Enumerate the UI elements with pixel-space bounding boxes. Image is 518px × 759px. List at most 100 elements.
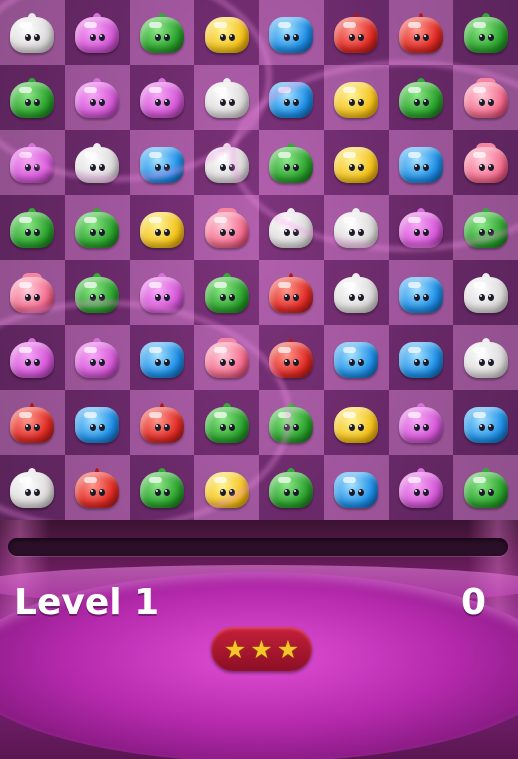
yellow-jelly-piece[interactable] [334,403,379,443]
pink-jelly-piece[interactable] [204,207,249,248]
board-cell[interactable] [388,65,454,130]
purple-jelly-piece[interactable] [10,337,55,378]
board-cell[interactable] [0,325,65,390]
board-cell[interactable] [323,260,389,325]
board-cell[interactable] [388,390,454,455]
green-jelly-piece[interactable] [204,402,249,443]
green-jelly-piece[interactable] [463,467,508,508]
board-cell[interactable] [323,0,389,65]
white-jelly-piece[interactable] [334,207,379,248]
white-jelly-piece[interactable] [204,77,249,118]
blue-jelly-piece[interactable] [334,468,379,508]
board-cell[interactable] [259,65,324,130]
purple-jelly-piece[interactable] [398,207,443,248]
board-cell[interactable] [259,455,324,520]
green-jelly-piece[interactable] [204,272,249,313]
green-jelly-piece[interactable] [75,207,120,248]
board-cell[interactable] [388,260,454,325]
board-cell[interactable] [323,130,389,195]
green-jelly-piece[interactable] [139,12,184,53]
board-cell[interactable] [259,195,324,260]
board-cell[interactable] [323,195,389,260]
blue-jelly-piece[interactable] [463,403,508,443]
pink-jelly-piece[interactable] [463,142,508,183]
board-cell[interactable] [0,195,65,260]
red-jelly-piece[interactable] [139,402,184,443]
yellow-jelly-piece[interactable] [334,143,379,183]
board-cell[interactable] [129,195,195,260]
green-jelly-piece[interactable] [139,467,184,508]
purple-jelly-piece[interactable] [75,337,120,378]
blue-jelly-piece[interactable] [75,403,120,443]
board-cell[interactable] [259,260,324,325]
board-cell[interactable] [388,0,454,65]
board-cell[interactable] [64,455,130,520]
yellow-jelly-piece[interactable] [204,468,249,508]
board-cell[interactable] [64,260,130,325]
green-jelly-piece[interactable] [269,467,314,508]
green-jelly-piece[interactable] [463,12,508,53]
board-cell[interactable] [453,65,518,130]
board-cell[interactable] [0,390,65,455]
board-cell[interactable] [129,260,195,325]
board-cell[interactable] [388,195,454,260]
board-cell[interactable] [64,0,130,65]
red-jelly-piece[interactable] [398,12,443,53]
purple-jelly-piece[interactable] [10,142,55,183]
board-cell[interactable] [194,325,259,390]
pink-jelly-piece[interactable] [463,77,508,118]
board-cell[interactable] [323,455,389,520]
blue-jelly-piece[interactable] [398,143,443,183]
purple-jelly-piece[interactable] [75,12,120,53]
green-jelly-piece[interactable] [398,77,443,118]
board-cell[interactable] [323,65,389,130]
white-jelly-piece[interactable] [204,142,249,183]
white-jelly-piece[interactable] [463,337,508,378]
board-cell[interactable] [64,390,130,455]
board-cell[interactable] [388,455,454,520]
white-jelly-piece[interactable] [10,467,55,508]
purple-jelly-piece[interactable] [139,272,184,313]
board-cell[interactable] [0,130,65,195]
white-jelly-piece[interactable] [75,142,120,183]
board-cell[interactable] [259,130,324,195]
board-cell[interactable] [453,195,518,260]
purple-jelly-piece[interactable] [139,77,184,118]
board-cell[interactable] [194,195,259,260]
yellow-jelly-piece[interactable] [139,208,184,248]
purple-jelly-piece[interactable] [398,467,443,508]
board-cell[interactable] [453,0,518,65]
board-cell[interactable] [259,0,324,65]
green-jelly-piece[interactable] [269,142,314,183]
yellow-jelly-piece[interactable] [204,13,249,53]
red-jelly-piece[interactable] [269,272,314,313]
board-cell[interactable] [0,65,65,130]
red-jelly-piece[interactable] [10,402,55,443]
board-cell[interactable] [453,455,518,520]
blue-jelly-piece[interactable] [398,273,443,313]
pink-jelly-piece[interactable] [204,337,249,378]
board-cell[interactable] [64,325,130,390]
white-jelly-piece[interactable] [334,272,379,313]
board-cell[interactable] [64,65,130,130]
green-jelly-piece[interactable] [463,207,508,248]
blue-jelly-piece[interactable] [269,13,314,53]
board-cell[interactable] [453,260,518,325]
white-jelly-piece[interactable] [269,207,314,248]
blue-jelly-piece[interactable] [139,338,184,378]
board-cell[interactable] [129,130,195,195]
red-jelly-piece[interactable] [269,337,314,378]
board-cell[interactable] [129,455,195,520]
blue-jelly-piece[interactable] [269,78,314,118]
blue-jelly-piece[interactable] [334,338,379,378]
red-jelly-piece[interactable] [334,12,379,53]
purple-jelly-piece[interactable] [75,77,120,118]
board-cell[interactable] [64,195,130,260]
board-cell[interactable] [129,325,195,390]
green-jelly-piece[interactable] [269,402,314,443]
board-cell[interactable] [129,65,195,130]
white-jelly-piece[interactable] [10,12,55,53]
board-cell[interactable] [194,130,259,195]
board-cell[interactable] [129,390,195,455]
board-cell[interactable] [323,390,389,455]
